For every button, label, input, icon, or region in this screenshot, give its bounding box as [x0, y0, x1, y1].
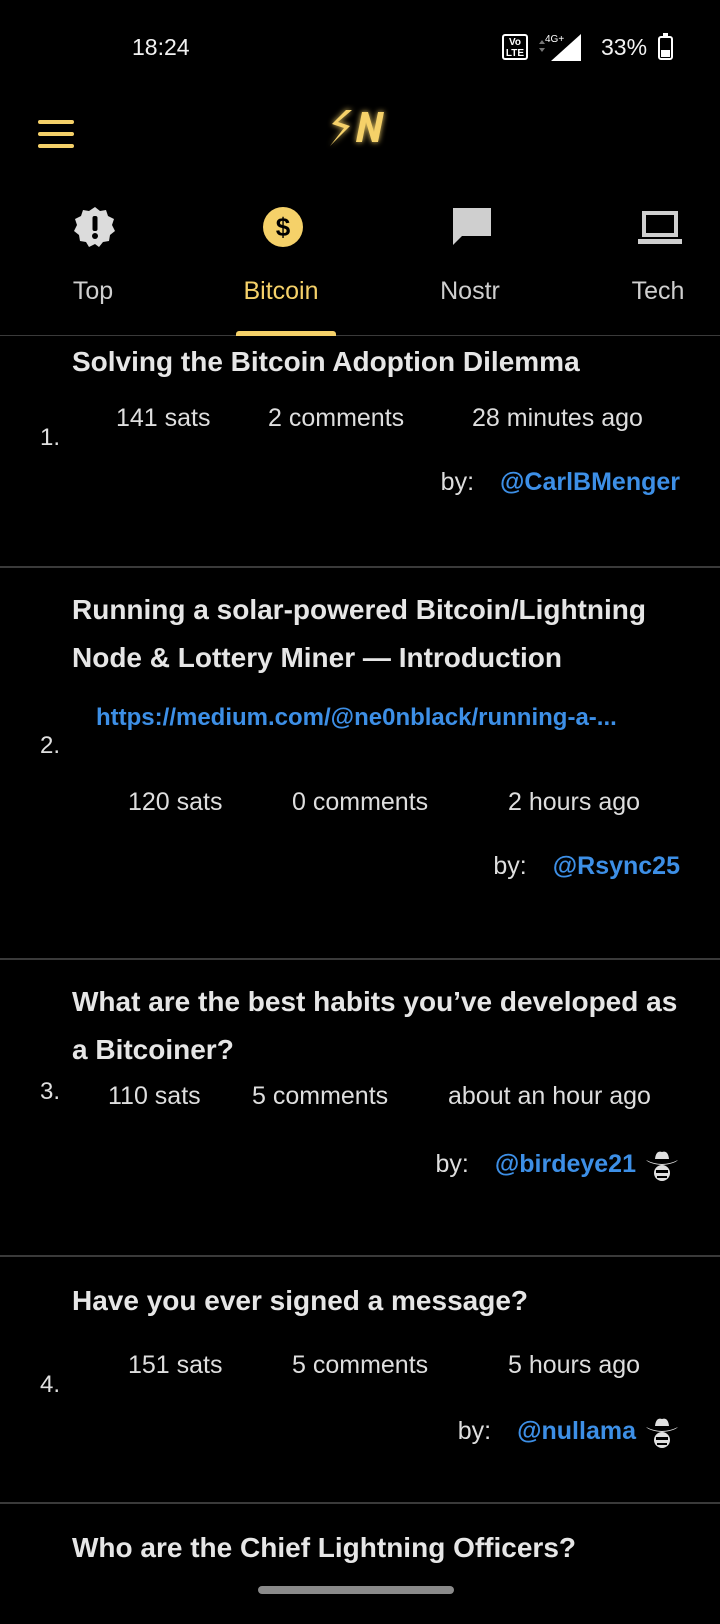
- tab-label: Top: [72, 277, 114, 305]
- post-rank: 2.: [40, 732, 61, 759]
- post-title[interactable]: Have you ever signed a message?: [72, 1277, 696, 1325]
- post-byline: by: @birdeye21: [436, 1146, 680, 1182]
- battery-icon: [658, 33, 673, 60]
- category-tabs: Top $ Bitcoin Nostr Tech: [0, 195, 720, 336]
- cowboy-hat-icon: [646, 1151, 678, 1181]
- battery-percent: 33%: [601, 34, 648, 60]
- list-item[interactable]: Solving the Bitcoin Adoption Dilemma 1. …: [0, 336, 720, 568]
- post-author[interactable]: @birdeye21: [495, 1150, 636, 1179]
- post-sats: 110 sats: [108, 1082, 201, 1110]
- post-byline: by: @CarlBMenger: [441, 468, 680, 497]
- tab-top[interactable]: Top: [18, 195, 168, 335]
- post-author[interactable]: @Rsync25: [553, 852, 680, 881]
- post-comments[interactable]: 5 comments: [292, 1351, 428, 1380]
- volte-icon: Vo LTE: [502, 34, 528, 60]
- list-item[interactable]: What are the best habits you’ve develope…: [0, 960, 720, 1257]
- post-byline: by: @nullama: [458, 1413, 680, 1449]
- post-link[interactable]: https://medium.com/@ne0nblack/running-a-…: [96, 704, 684, 732]
- by-label: by:: [493, 852, 527, 880]
- post-time: about an hour ago: [448, 1082, 651, 1110]
- post-sats: 141 sats: [116, 404, 211, 432]
- by-label: by:: [457, 1416, 492, 1445]
- post-comments[interactable]: 2 comments: [268, 404, 404, 433]
- dollar-coin-icon: $: [263, 207, 303, 247]
- post-title[interactable]: What are the best habits you’ve develope…: [72, 978, 696, 1074]
- post-byline: by: @Rsync25: [493, 852, 680, 881]
- tab-label: Tech: [631, 277, 685, 305]
- post-sats: 120 sats: [128, 788, 223, 816]
- post-list: Solving the Bitcoin Adoption Dilemma 1. …: [0, 336, 720, 1624]
- tab-tech[interactable]: Tech: [583, 195, 720, 335]
- post-rank: 3.: [40, 1078, 61, 1105]
- chat-bubble-icon: [453, 208, 491, 245]
- post-title[interactable]: Running a solar-powered Bitcoin/Lightnin…: [72, 586, 696, 682]
- alert-badge-icon: [74, 207, 115, 247]
- by-label: by:: [440, 468, 475, 496]
- post-comments[interactable]: 0 comments: [292, 788, 428, 817]
- clock: 18:24: [132, 34, 190, 60]
- home-indicator[interactable]: [258, 1586, 454, 1594]
- cowboy-hat-icon: [646, 1418, 678, 1448]
- post-rank: 4.: [40, 1371, 61, 1398]
- menu-icon[interactable]: [38, 120, 74, 148]
- post-sats: 151 sats: [128, 1351, 223, 1379]
- tab-label: Nostr: [440, 277, 500, 305]
- post-title[interactable]: Solving the Bitcoin Adoption Dilemma: [72, 338, 696, 386]
- post-author[interactable]: @nullama: [517, 1417, 636, 1446]
- signal-icon: 4G+: [539, 34, 581, 61]
- list-item[interactable]: Running a solar-powered Bitcoin/Lightnin…: [0, 568, 720, 960]
- post-time: 2 hours ago: [508, 788, 641, 816]
- app-header: [0, 90, 720, 185]
- tab-label: Bitcoin: [243, 277, 319, 305]
- post-time: 5 hours ago: [508, 1351, 641, 1379]
- post-author[interactable]: @CarlBMenger: [500, 468, 680, 497]
- post-rank: 1.: [40, 424, 61, 451]
- by-label: by:: [435, 1149, 469, 1178]
- post-title[interactable]: Who are the Chief Lightning Officers?: [72, 1524, 696, 1572]
- status-bar: 18:24 Vo LTE 4G+ 33%: [0, 0, 720, 90]
- laptop-icon: [638, 211, 682, 244]
- post-time: 28 minutes ago: [472, 404, 643, 432]
- svg-text:$: $: [276, 212, 291, 242]
- tab-bitcoin[interactable]: $ Bitcoin: [206, 195, 356, 336]
- list-item[interactable]: Who are the Chief Lightning Officers?: [0, 1504, 720, 1624]
- stacker-news-logo[interactable]: [324, 102, 394, 158]
- tab-nostr[interactable]: Nostr: [395, 195, 545, 335]
- post-comments[interactable]: 5 comments: [252, 1082, 388, 1111]
- list-item[interactable]: Have you ever signed a message? 4. 151 s…: [0, 1257, 720, 1504]
- svg-text:4G+: 4G+: [545, 34, 564, 45]
